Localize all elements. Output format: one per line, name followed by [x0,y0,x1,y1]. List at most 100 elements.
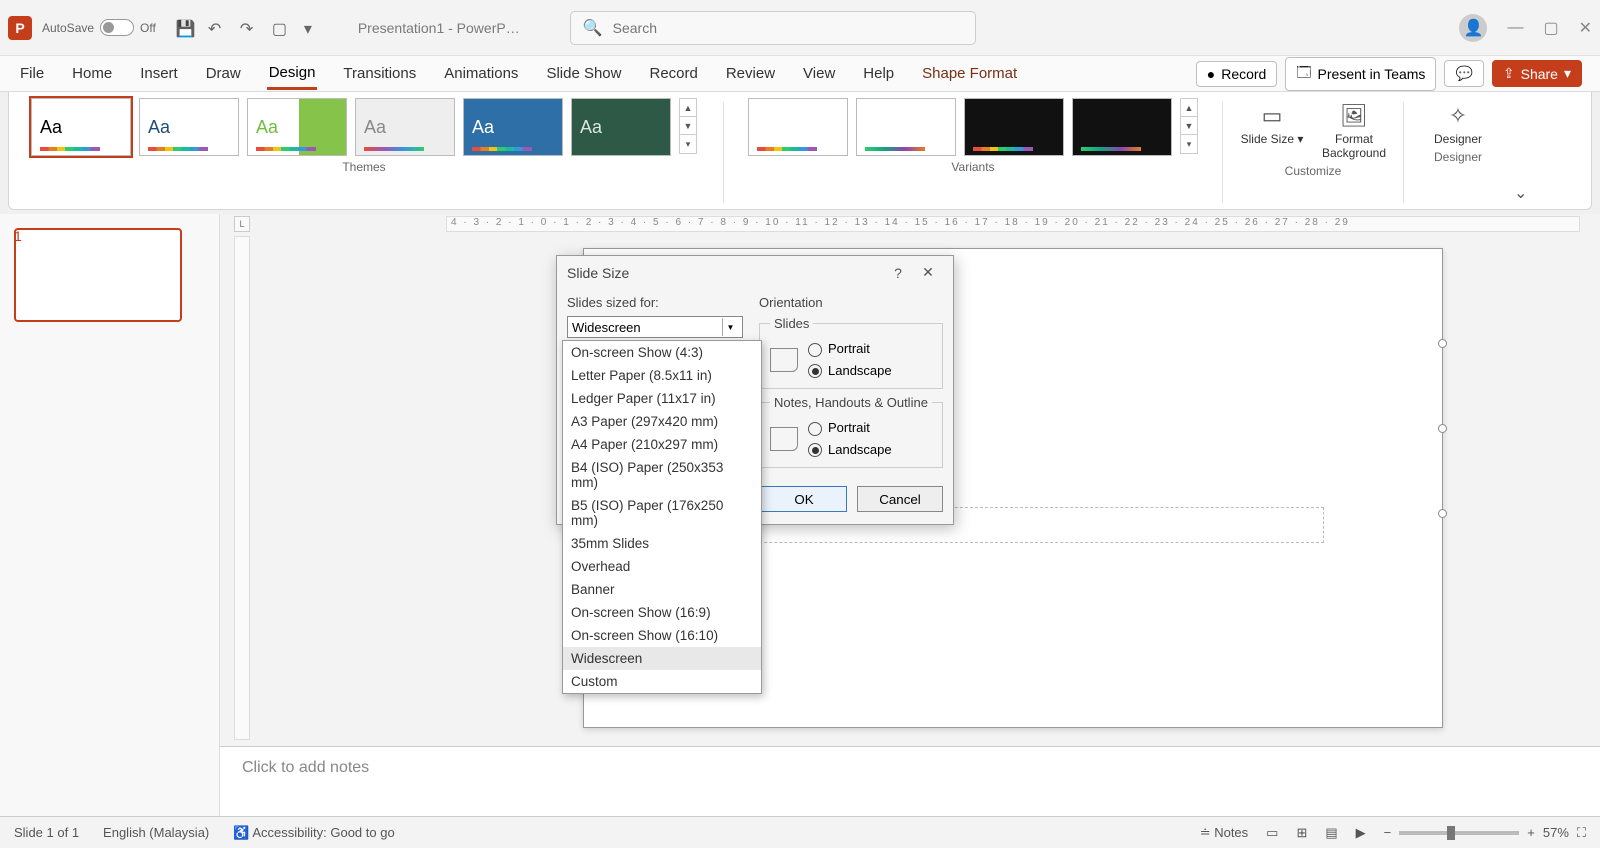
tab-slideshow[interactable]: Slide Show [544,59,623,88]
theme-thumb[interactable]: Aa [31,98,131,156]
portrait-label: Portrait [828,341,870,356]
slides-landscape-radio[interactable]: Landscape [808,363,892,379]
status-accessibility[interactable]: ♿ Accessibility: Good to go [233,825,394,841]
zoom-control[interactable]: − + 57% ⛶ [1384,825,1586,841]
dropdown-option[interactable]: On-screen Show (4:3) [563,341,761,364]
dropdown-option[interactable]: Widescreen [563,647,761,670]
notes-portrait-radio[interactable]: Portrait [808,420,892,436]
notes-pane[interactable]: Click to add notes [220,746,1600,816]
notes-landscape-radio[interactable]: Landscape [808,442,892,458]
sized-for-combobox[interactable]: Widescreen ▼ [567,316,743,338]
theme-thumb[interactable]: Aa [355,98,455,156]
resize-handle-icon[interactable] [1438,509,1447,518]
themes-gallery-scroll[interactable]: ▲▼▾ [679,98,697,154]
variants-gallery[interactable]: ▲▼▾ [748,98,1198,156]
save-icon[interactable]: 💾 [176,19,194,37]
close-window-icon[interactable]: ✕ [1579,18,1592,38]
maximize-icon[interactable]: ▢ [1543,18,1558,38]
tab-help[interactable]: Help [861,59,896,88]
format-background-button[interactable]: 🖼Format Background [1319,100,1389,160]
view-slideshow-icon[interactable]: ▶ [1356,825,1366,841]
expand-icon[interactable]: ▾ [1181,135,1197,153]
search-box[interactable]: 🔍 [570,11,976,45]
slide-thumbnails-panel[interactable]: 1 [0,214,220,816]
dropdown-option[interactable]: Banner [563,578,761,601]
variants-gallery-scroll[interactable]: ▲▼▾ [1180,98,1198,154]
expand-icon[interactable]: ▾ [680,135,696,153]
zoom-slider[interactable] [1399,831,1519,835]
slide-thumbnail[interactable] [14,228,182,322]
tab-record[interactable]: Record [647,59,699,88]
resize-handle-icon[interactable] [1438,424,1447,433]
search-input[interactable] [613,20,963,36]
comments-button[interactable]: 💬 [1444,60,1483,87]
notes-toggle[interactable]: ≐ Notes [1200,825,1248,841]
zoom-value[interactable]: 57% [1543,825,1569,840]
dropdown-option[interactable]: Overhead [563,555,761,578]
resize-handle-icon[interactable] [1438,339,1447,348]
record-button[interactable]: ● Record [1196,61,1278,87]
tab-file[interactable]: File [18,59,46,88]
view-normal-icon[interactable]: ▭ [1266,825,1278,841]
slide-size-button[interactable]: ▭Slide Size ▾ [1237,100,1307,146]
minimize-icon[interactable]: — [1507,19,1523,37]
dropdown-option[interactable]: Ledger Paper (11x17 in) [563,387,761,410]
title-bar: P AutoSave Off 💾 ↶ ↷ ▢ ▾ Presentation1 -… [0,0,1600,56]
tab-shape-format[interactable]: Shape Format [920,59,1019,88]
present-from-start-icon[interactable]: ▢ [272,19,290,37]
status-language[interactable]: English (Malaysia) [103,825,209,840]
tab-home[interactable]: Home [70,59,114,88]
tab-animations[interactable]: Animations [442,59,520,88]
themes-gallery[interactable]: Aa Aa Aa Aa Aa Aa ▲▼▾ [31,98,697,156]
zoom-out-icon[interactable]: − [1384,825,1392,840]
tab-design[interactable]: Design [267,58,318,90]
dropdown-option[interactable]: 35mm Slides [563,532,761,555]
tab-insert[interactable]: Insert [138,59,180,88]
toggle-icon[interactable] [100,19,134,36]
view-reading-icon[interactable]: ▤ [1325,825,1337,841]
variant-thumb[interactable] [856,98,956,156]
variant-thumb[interactable] [748,98,848,156]
tab-transitions[interactable]: Transitions [341,59,418,88]
dropdown-option[interactable]: On-screen Show (16:9) [563,601,761,624]
up-icon[interactable]: ▲ [680,99,696,117]
dropdown-option[interactable]: A3 Paper (297x420 mm) [563,410,761,433]
user-avatar-icon[interactable]: 👤 [1459,14,1487,42]
present-in-teams-button[interactable]: 🗔 Present in Teams [1285,57,1436,91]
down-icon[interactable]: ▼ [680,117,696,135]
dropdown-option[interactable]: Custom [563,670,761,693]
designer-button[interactable]: ✧Designer [1423,100,1493,146]
dropdown-option[interactable]: Letter Paper (8.5x11 in) [563,364,761,387]
theme-thumb[interactable]: Aa [571,98,671,156]
share-button[interactable]: ⇪ Share ▾ [1492,60,1582,87]
redo-icon[interactable]: ↷ [240,19,258,37]
tab-review[interactable]: Review [724,59,777,88]
sized-for-dropdown[interactable]: On-screen Show (4:3) Letter Paper (8.5x1… [562,340,762,694]
qat-more-icon[interactable]: ▾ [304,19,322,37]
fit-to-window-icon[interactable]: ⛶ [1577,825,1586,841]
theme-thumb[interactable]: Aa [247,98,347,156]
tab-view[interactable]: View [801,59,837,88]
variant-thumb[interactable] [1072,98,1172,156]
ok-button[interactable]: OK [761,486,847,512]
cancel-button[interactable]: Cancel [857,486,943,512]
variant-thumb[interactable] [964,98,1064,156]
autosave-toggle[interactable]: AutoSave Off [42,19,156,36]
up-icon[interactable]: ▲ [1181,99,1197,117]
slides-portrait-radio[interactable]: Portrait [808,341,892,357]
zoom-in-icon[interactable]: + [1527,825,1535,840]
dropdown-option[interactable]: A4 Paper (210x297 mm) [563,433,761,456]
theme-thumb[interactable]: Aa [463,98,563,156]
down-icon[interactable]: ▼ [1181,117,1197,135]
collapse-ribbon-icon[interactable]: ⌄ [1510,179,1531,207]
chevron-down-icon[interactable]: ▼ [722,318,738,336]
view-sorter-icon[interactable]: ⊞ [1296,825,1307,841]
dialog-help-icon[interactable]: ? [883,265,913,281]
dialog-close-icon[interactable]: ✕ [913,264,943,281]
undo-icon[interactable]: ↶ [208,19,226,37]
dropdown-option[interactable]: On-screen Show (16:10) [563,624,761,647]
dropdown-option[interactable]: B4 (ISO) Paper (250x353 mm) [563,456,761,494]
theme-thumb[interactable]: Aa [139,98,239,156]
tab-draw[interactable]: Draw [204,59,243,88]
dropdown-option[interactable]: B5 (ISO) Paper (176x250 mm) [563,494,761,532]
